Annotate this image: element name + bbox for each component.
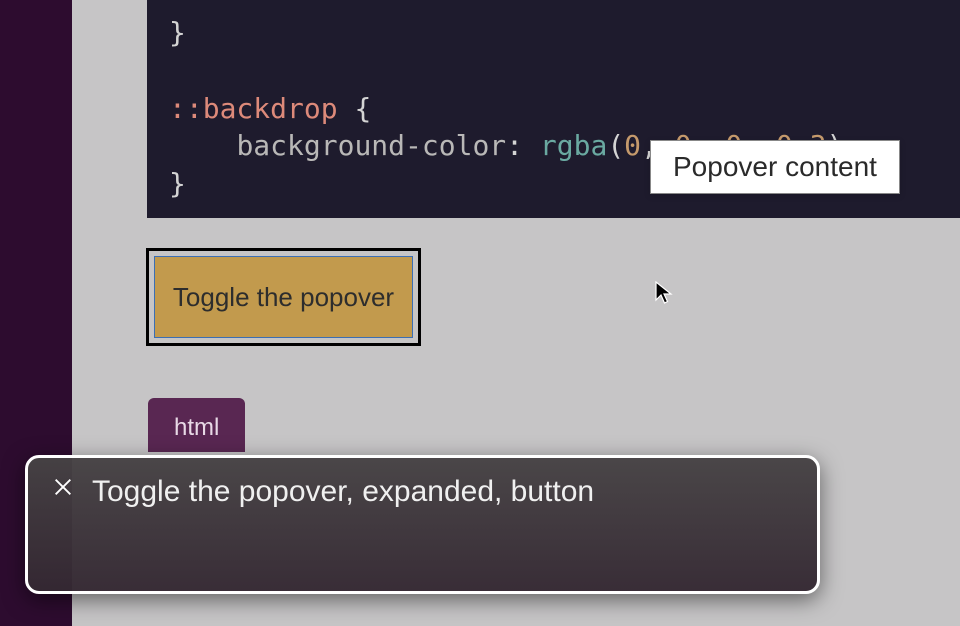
popover-panel: Popover content <box>650 140 900 194</box>
code-brace-close: } <box>169 167 186 200</box>
accessibility-announcement-text: Toggle the popover, expanded, button <box>92 472 594 510</box>
code-open-paren: ( <box>607 129 624 162</box>
code-colon: : <box>506 129 523 162</box>
close-icon <box>52 476 74 498</box>
code-func: rgba <box>540 129 607 162</box>
cursor-icon <box>655 281 673 305</box>
tab-html-label: html <box>174 414 219 441</box>
popover-content-text: Popover content <box>673 151 877 182</box>
code-brace-close-prev: } <box>169 16 186 49</box>
code-property: background-color <box>236 129 506 162</box>
code-selector: ::backdrop <box>169 92 338 125</box>
code-brace-open: { <box>354 92 371 125</box>
code-arg-0: 0 <box>624 129 641 162</box>
tab-html[interactable]: html <box>148 398 245 452</box>
accessibility-announcement-panel: Toggle the popover, expanded, button <box>25 455 820 594</box>
toggle-popover-button-label: Toggle the popover <box>173 282 394 313</box>
close-button[interactable] <box>48 472 78 502</box>
toggle-popover-button[interactable]: Toggle the popover <box>146 248 421 346</box>
